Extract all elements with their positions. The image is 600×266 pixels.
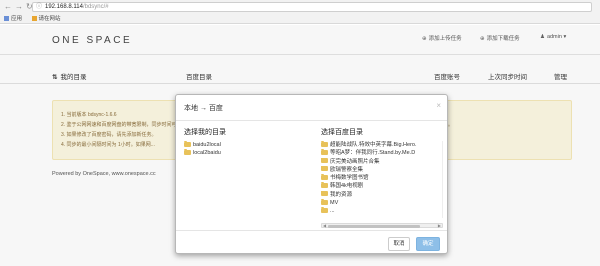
dialog-footer: 取消 确定 [176, 230, 447, 255]
local-dir-tree: baidu2local local2baidu [184, 141, 304, 158]
close-icon[interactable]: × [436, 101, 441, 110]
tree-item[interactable]: baidu2local [184, 141, 304, 149]
bookmark-folder-icon [31, 15, 37, 21]
tree-item[interactable]: 等昭A梦：伴我同行.Stand.by.Me.D [321, 149, 442, 157]
folder-icon [321, 199, 328, 205]
dialog-title: 本地 → 百度 [184, 105, 223, 112]
scroll-right-icon[interactable]: ▶ [438, 223, 441, 228]
folder-icon [321, 207, 328, 213]
local-dir-title: 选择我的目录 [184, 129, 226, 136]
tree-item[interactable]: 超能陆战队.特效中英字幕.Big.Hero. [321, 141, 442, 149]
browser-nav-buttons: ←→↻ [4, 2, 36, 11]
scrollbar-thumb[interactable] [328, 224, 420, 228]
back-icon[interactable]: ← [4, 2, 15, 11]
baidu-dir-title: 选择百度目录 [321, 129, 363, 136]
folder-icon [321, 174, 328, 180]
scroll-left-icon[interactable]: ◀ [323, 223, 326, 228]
tree-item[interactable]: 庆完美动画照片合集 [321, 157, 442, 166]
bookmark-import[interactable]: 请在网站 [31, 14, 61, 22]
tree-item[interactable]: MV [321, 199, 442, 207]
local-dir-pane: 选择我的目录 baidu2local local2baidu [184, 127, 304, 158]
folder-icon [184, 149, 191, 155]
folder-icon [321, 141, 328, 147]
confirm-button[interactable]: 确定 [416, 237, 440, 251]
tree-item[interactable]: 我的资源 [321, 190, 442, 199]
baidu-dir-tree[interactable]: 超能陆战队.特效中英字幕.Big.Hero. 等昭A梦：伴我同行.Stand.b… [321, 141, 443, 218]
address-bar[interactable]: ⓘ 192.168.8.114/bdsync/# [32, 2, 592, 12]
page-info-icon[interactable]: ⓘ [36, 3, 42, 11]
bookmarks-bar: 应用 请在网站 [4, 14, 69, 22]
folder-icon [321, 157, 328, 164]
sync-dialog: 本地 → 百度 × 选择我的目录 baidu2local local2baidu… [175, 94, 448, 254]
dialog-header: 本地 → 百度 × [176, 95, 447, 121]
tree-item[interactable]: 欧瑞警察全集 [321, 165, 442, 174]
horizontal-scrollbar[interactable]: ◀ ▶ [321, 223, 443, 228]
tree-item[interactable]: local2baidu [184, 149, 304, 157]
tree-item[interactable]: 书梅数学图书馆 [321, 174, 442, 182]
tree-item[interactable]: ... [321, 207, 442, 215]
folder-icon [321, 190, 328, 197]
bookmark-apps[interactable]: 应用 [4, 14, 22, 22]
apps-icon [4, 15, 9, 21]
folder-icon [184, 141, 191, 147]
browser-chrome: ←→↻ ⓘ 192.168.8.114/bdsync/# 应用 请在网站 [0, 0, 600, 24]
cancel-button[interactable]: 取消 [388, 237, 410, 251]
folder-icon [321, 165, 328, 172]
forward-icon[interactable]: → [15, 2, 26, 11]
folder-icon [321, 182, 328, 188]
tree-item[interactable]: 韩国4k电视剧 [321, 182, 442, 190]
address-host: 192.168.8.114 [45, 4, 83, 10]
baidu-dir-pane: 选择百度目录 超能陆战队.特效中英字幕.Big.Hero. 等昭A梦：伴我同行.… [321, 127, 443, 218]
folder-icon [321, 149, 328, 155]
address-path: /bdsync/# [82, 4, 109, 10]
